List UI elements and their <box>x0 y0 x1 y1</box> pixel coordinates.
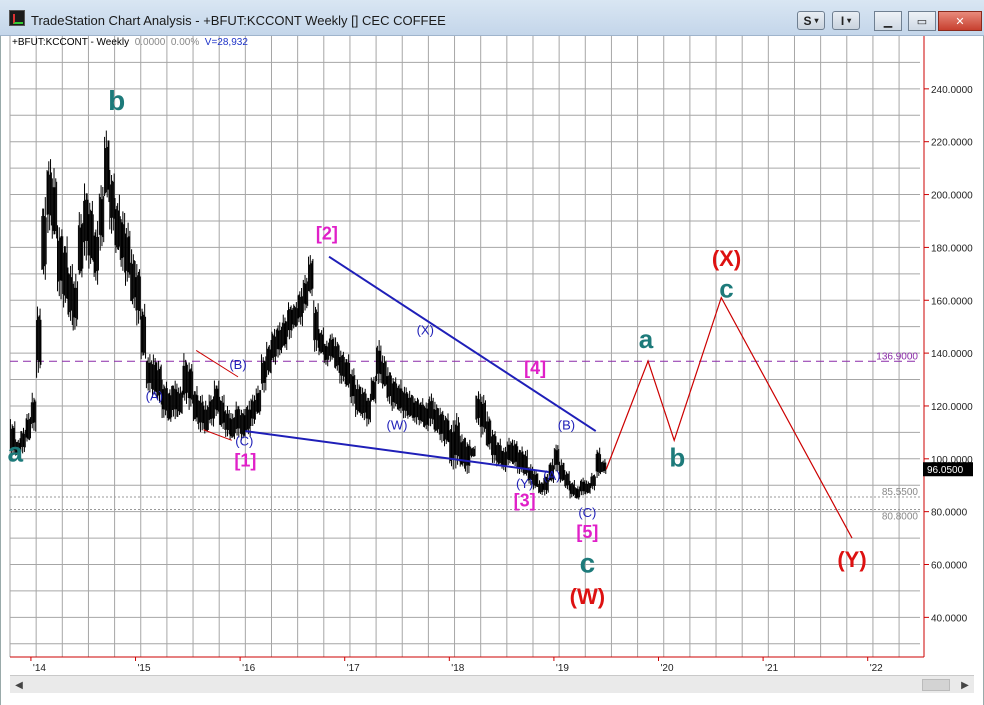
minimize-button[interactable]: ▁ <box>874 11 902 31</box>
volume-value: V=28,932 <box>204 37 248 48</box>
wave-label: (X) <box>712 246 741 271</box>
x-tick-label: '20 <box>661 663 674 674</box>
y-tick-label: 200.0000 <box>931 191 973 202</box>
wave-label: [5] <box>576 522 598 542</box>
x-tick-label: '16 <box>242 663 255 674</box>
i-menu-button[interactable]: I ▾ <box>832 11 860 30</box>
y-tick-label: 80.0000 <box>931 508 968 519</box>
wave-label: (Y) <box>837 547 866 572</box>
y-tick-label: 60.0000 <box>931 561 968 572</box>
scroll-right-icon[interactable]: ▶ <box>958 678 972 692</box>
maximize-button[interactable]: ▭ <box>908 11 936 31</box>
wave-label: [3] <box>514 490 536 510</box>
wave-label: (W) <box>387 418 408 433</box>
y-tick-label: 220.0000 <box>931 138 973 149</box>
wave-label: b <box>108 85 125 116</box>
wave-label: (B) <box>229 357 246 372</box>
tradestation-app-icon <box>9 10 25 26</box>
wave-label: [4] <box>524 358 546 378</box>
x-tick-label: '22 <box>870 663 883 674</box>
y-tick-label: 140.0000 <box>931 349 973 360</box>
x-tick-label: '19 <box>556 663 569 674</box>
close-icon: ✕ <box>955 15 965 28</box>
wave-label: (X) <box>417 323 434 338</box>
symbol-label: +BFUT:KCCONT - Weekly <box>12 37 130 48</box>
y-tick-label: 180.0000 <box>931 243 973 254</box>
scroll-left-icon[interactable]: ◀ <box>12 678 26 692</box>
wave-label: (C) <box>235 434 253 449</box>
wave-label: a <box>7 436 23 467</box>
change-percent: 0.00% <box>170 37 200 48</box>
last-price-label: 96.0500 <box>927 465 964 476</box>
axes: 240.0000 220.0000 200.0000 180.0000 160.0000… <box>10 36 973 674</box>
y-tick-label: 120.0000 <box>931 402 973 413</box>
title-bar: TradeStation Chart Analysis - +BFUT:KCCO… <box>0 0 984 36</box>
maximize-icon: ▭ <box>916 15 928 28</box>
y-tick-label: 40.0000 <box>931 613 968 624</box>
x-tick-label: '18 <box>451 663 464 674</box>
x-tick-label: '15 <box>138 663 151 674</box>
price-chart[interactable]: 136.900085.550080.8000 240.0000220.00002… <box>0 36 984 675</box>
x-tick-label: '21 <box>765 663 778 674</box>
change-value: 0.0000 <box>134 37 166 48</box>
wave-label: [1] <box>234 451 256 471</box>
chart-info-line: +BFUT:KCCONT - Weekly 0.0000 0.00% V=28,… <box>12 37 248 48</box>
wave-label: c <box>719 274 733 304</box>
wave-label: a <box>639 324 654 354</box>
wave-label: (A) <box>543 468 560 483</box>
close-button[interactable]: ✕ <box>938 11 982 31</box>
scroll-thumb[interactable] <box>922 679 950 691</box>
window-title: TradeStation Chart Analysis - +BFUT:KCCO… <box>31 13 446 28</box>
wave-label: (B) <box>558 418 575 433</box>
wave-label: c <box>580 547 596 578</box>
price-level-label: 85.5500 <box>882 487 919 498</box>
wave-label: (W) <box>570 584 605 609</box>
wave-label: [2] <box>316 223 338 243</box>
wave-label: b <box>669 443 685 473</box>
wave-label: (A) <box>146 389 163 404</box>
minimize-icon: ▁ <box>883 15 893 28</box>
y-tick-label: 160.0000 <box>931 296 973 307</box>
wave-label: (C) <box>578 505 596 520</box>
x-tick-label: '14 <box>33 663 46 674</box>
price-series <box>9 130 607 500</box>
price-level-label: 80.8000 <box>882 512 919 523</box>
wave-labels: b a [2] (A) (B) (C) [1] (X) (W) [4] (B) (Y) (A) [3] (C… <box>7 85 866 609</box>
horizontal-scrollbar[interactable]: ◀ ▶ <box>10 675 974 693</box>
x-tick-label: '17 <box>347 663 360 674</box>
wave-label: (Y) <box>516 476 533 491</box>
s-menu-button[interactable]: S ▾ <box>797 11 825 30</box>
y-tick-label: 240.0000 <box>931 85 973 96</box>
price-level-label: 136.9000 <box>876 351 918 362</box>
